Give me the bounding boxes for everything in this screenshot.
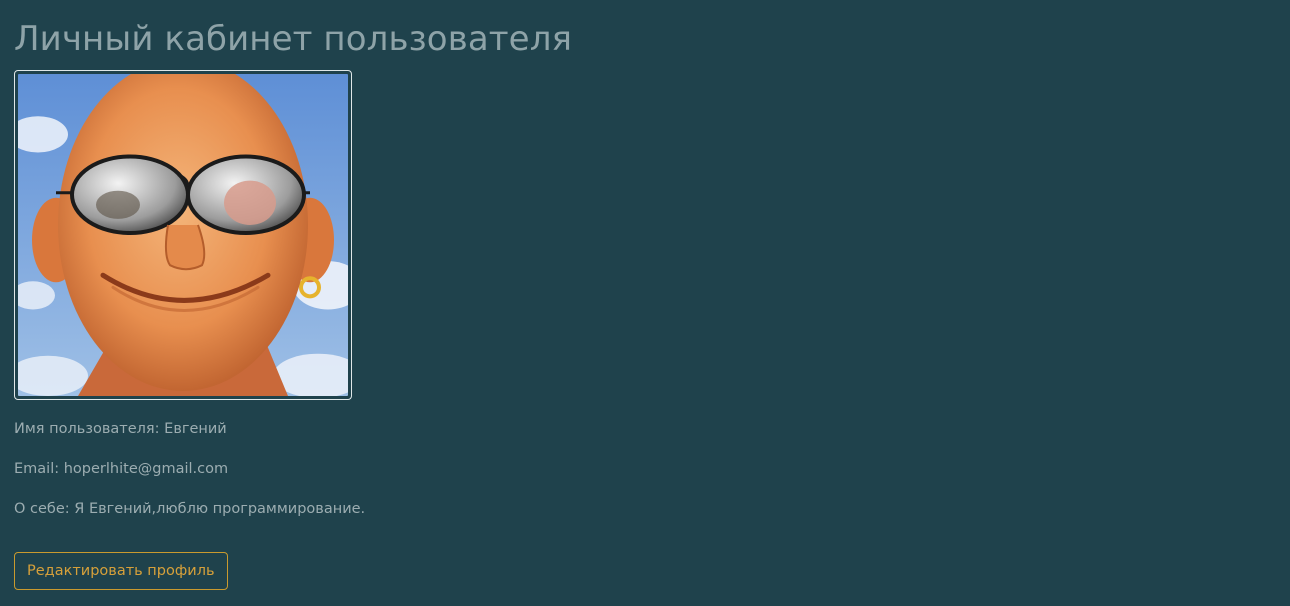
username-value: Евгений — [164, 421, 227, 437]
username-label: Имя пользователя: — [14, 421, 165, 437]
avatar — [18, 74, 348, 396]
email-row: Email: hoperlhite@gmail.com — [14, 459, 228, 479]
username-row: Имя пользователя: Евгений — [14, 419, 227, 439]
email-label: Email: — [14, 461, 64, 477]
email-value: hoperlhite@gmail.com — [63, 461, 229, 477]
about-row: О себе: Я Евгений,люблю программирование… — [14, 499, 365, 519]
edit-profile-button[interactable]: Редактировать профиль — [14, 552, 228, 590]
about-value: Я Евгений,люблю программирование. — [74, 501, 366, 517]
page-title: Личный кабинет пользователя — [14, 19, 573, 59]
about-label: О себе: — [14, 501, 75, 517]
avatar-frame — [14, 70, 352, 400]
